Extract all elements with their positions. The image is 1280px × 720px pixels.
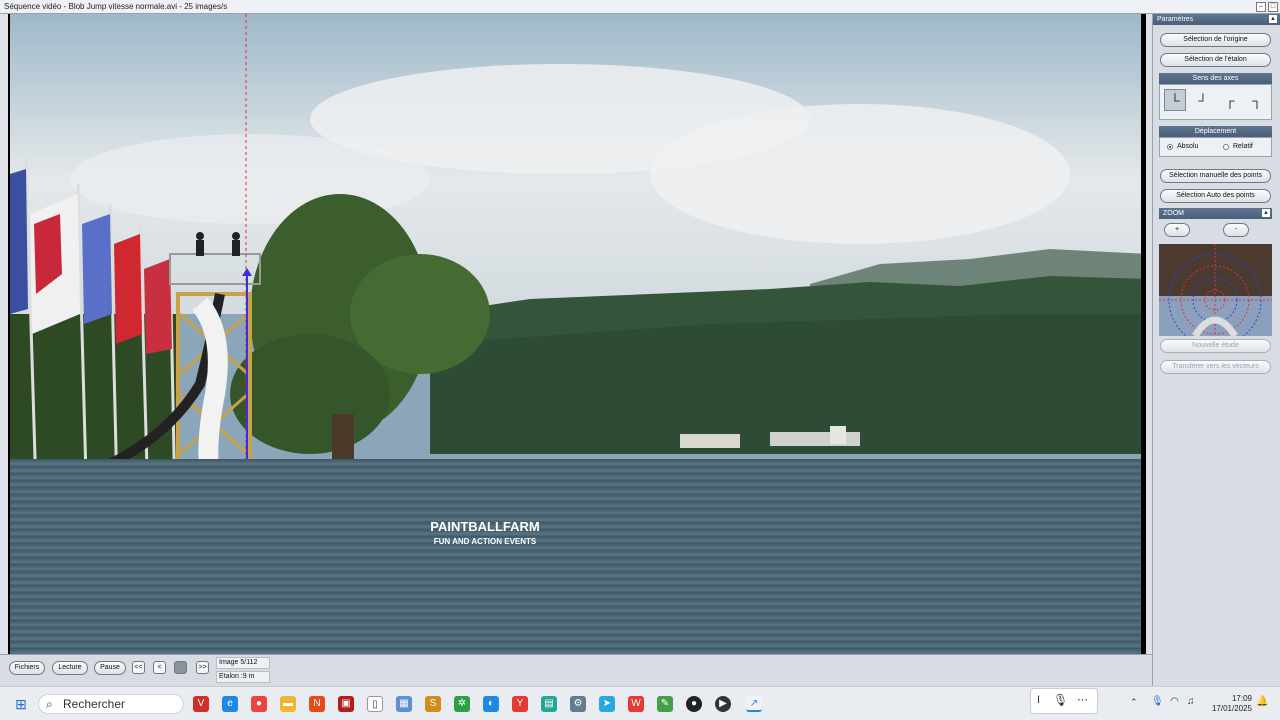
- lecture-button[interactable]: Lecture: [52, 661, 88, 675]
- zoom-collapse-icon[interactable]: ▲: [1262, 209, 1270, 217]
- axis-direction-group: └ ┘ ┌ ┐: [1159, 84, 1272, 120]
- folder-icon[interactable]: ▬: [280, 696, 296, 712]
- prev-frame-button[interactable]: <: [153, 661, 166, 674]
- panel-title: Paramètres: [1157, 16, 1194, 23]
- collapse-icon[interactable]: ▲: [1269, 15, 1277, 23]
- app-blue-icon[interactable]: ▦: [396, 696, 412, 712]
- window-title: Séquence vidéo - Blob Jump vitesse norma…: [4, 2, 228, 11]
- radio-unselected-icon: [1223, 143, 1229, 150]
- new-study-button[interactable]: Nouvelle étude: [1160, 339, 1271, 353]
- video-frame[interactable]: PAINTBALLFARM FUN AND ACTION EVENTS: [8, 14, 1146, 654]
- first-frame-button[interactable]: <<: [132, 661, 145, 674]
- wifi-icon[interactable]: ◠: [1170, 696, 1179, 707]
- edge-icon[interactable]: e: [222, 696, 238, 712]
- office-icon[interactable]: N: [309, 696, 325, 712]
- pause-button[interactable]: Pause: [94, 661, 126, 675]
- deplacement-group: Absolu Relatif: [1159, 137, 1272, 157]
- document-icon[interactable]: ▯: [367, 696, 383, 712]
- zoom-header: ZOOM ▲: [1159, 208, 1272, 219]
- zoom-preview: [1159, 244, 1272, 336]
- microphone-icon[interactable]: 🎙: [1053, 693, 1068, 707]
- app-dark-icon[interactable]: ●: [686, 696, 702, 712]
- axis-up-right-icon[interactable]: └: [1164, 89, 1186, 111]
- chevron-up-icon[interactable]: ⌃: [1130, 697, 1138, 708]
- search-placeholder: Rechercher: [63, 697, 126, 711]
- telegram-icon[interactable]: ➤: [599, 696, 615, 712]
- next-frame-button[interactable]: >>: [196, 661, 209, 674]
- app-teal-icon[interactable]: ▤: [541, 696, 557, 712]
- minimize-button[interactable]: –: [1256, 2, 1266, 12]
- windows-start-icon[interactable]: ⊞: [13, 696, 29, 712]
- origine-button[interactable]: Sélection de l'origine: [1160, 33, 1271, 47]
- volume-icon[interactable]: ♫: [1187, 696, 1195, 707]
- app-green-icon[interactable]: ✲: [454, 696, 470, 712]
- absolu-label: Absolu: [1177, 143, 1199, 150]
- parameters-panel: Paramètres ▲ Sélection de l'origine Séle…: [1152, 14, 1280, 686]
- system-clock[interactable]: 17:09 17/01/2025: [1212, 694, 1252, 714]
- deplacement-header: Déplacement: [1159, 126, 1272, 137]
- app-notes-icon[interactable]: ✎: [657, 696, 673, 712]
- playback-controls: Fichiers Lecture Pause << < >> Image 5/1…: [0, 654, 1152, 686]
- etalon-button[interactable]: Sélection de l'étalon: [1160, 53, 1271, 67]
- radio-selected-icon: [1167, 143, 1173, 150]
- relatif-radio[interactable]: Relatif: [1223, 143, 1253, 150]
- more-icon[interactable]: ⋯: [1077, 693, 1088, 706]
- transfer-vectors-button[interactable]: Transférer vers les vecteurs: [1160, 360, 1271, 374]
- axis-down-left-icon[interactable]: ┐: [1246, 89, 1268, 111]
- app-w-icon[interactable]: W: [628, 696, 644, 712]
- zoom-out-button[interactable]: -: [1223, 223, 1249, 237]
- app-orange-icon[interactable]: S: [425, 696, 441, 712]
- axis-down-right-icon[interactable]: ┌: [1219, 89, 1241, 111]
- lake-water: [10, 459, 1141, 654]
- absolu-radio[interactable]: Absolu: [1167, 143, 1198, 150]
- search-icon: ⌕: [46, 697, 53, 711]
- etalon-value: Etalon :9 m: [216, 671, 270, 683]
- zoom-title: ZOOM: [1163, 210, 1184, 217]
- manual-points-button[interactable]: Sélection manuelle des points: [1160, 169, 1271, 183]
- blob-banner-subtext: FUN AND ACTION EVENTS: [433, 537, 537, 546]
- app-red-icon[interactable]: ▣: [338, 696, 354, 712]
- stop-button[interactable]: [174, 661, 187, 674]
- app-cloud-icon[interactable]: ◐: [483, 696, 499, 712]
- sens-axes-header: Sens des axes: [1159, 73, 1272, 84]
- axis-up-left-icon[interactable]: ┘: [1192, 89, 1214, 111]
- media-player-icon[interactable]: ▶: [715, 696, 731, 712]
- active-app-icon[interactable]: ↗: [746, 696, 762, 712]
- voice-widget[interactable]: I 🎙 ⋯: [1030, 688, 1098, 714]
- panel-header: Paramètres ▲: [1153, 14, 1280, 25]
- clock-date: 17/01/2025: [1211, 704, 1252, 713]
- auto-points-button[interactable]: Sélection Auto des points: [1160, 189, 1271, 203]
- maximize-button[interactable]: □: [1268, 2, 1278, 12]
- clock-time: 17:09: [1231, 694, 1252, 703]
- yandex-icon[interactable]: Y: [512, 696, 528, 712]
- taskbar-search[interactable]: ⌕ Rechercher: [38, 694, 184, 714]
- window-title-bar: Séquence vidéo - Blob Jump vitesse norma…: [0, 0, 1280, 14]
- app-gray-icon[interactable]: ⚙: [570, 696, 586, 712]
- image-counter: Image 5/112: [216, 657, 270, 669]
- chrome-icon[interactable]: ●: [251, 696, 267, 712]
- blob-banner-text: PAINTBALLFARM: [430, 519, 540, 534]
- relatif-label: Relatif: [1233, 143, 1253, 150]
- fichiers-button[interactable]: Fichiers: [9, 661, 45, 675]
- text-cursor-icon: I: [1037, 694, 1041, 706]
- vivaldi-icon[interactable]: V: [193, 696, 209, 712]
- windows-taskbar: ⊞ ⌕ Rechercher V e ● ▬ N ▣ ▯ ▦ S ✲ ◐ Y ▤…: [0, 686, 1280, 720]
- mic-tray-icon[interactable]: 🎙: [1151, 696, 1164, 707]
- zoom-crosshair-graphic: [1159, 244, 1272, 336]
- zoom-in-button[interactable]: +: [1164, 223, 1190, 237]
- notification-icon[interactable]: 🔔: [1256, 696, 1268, 707]
